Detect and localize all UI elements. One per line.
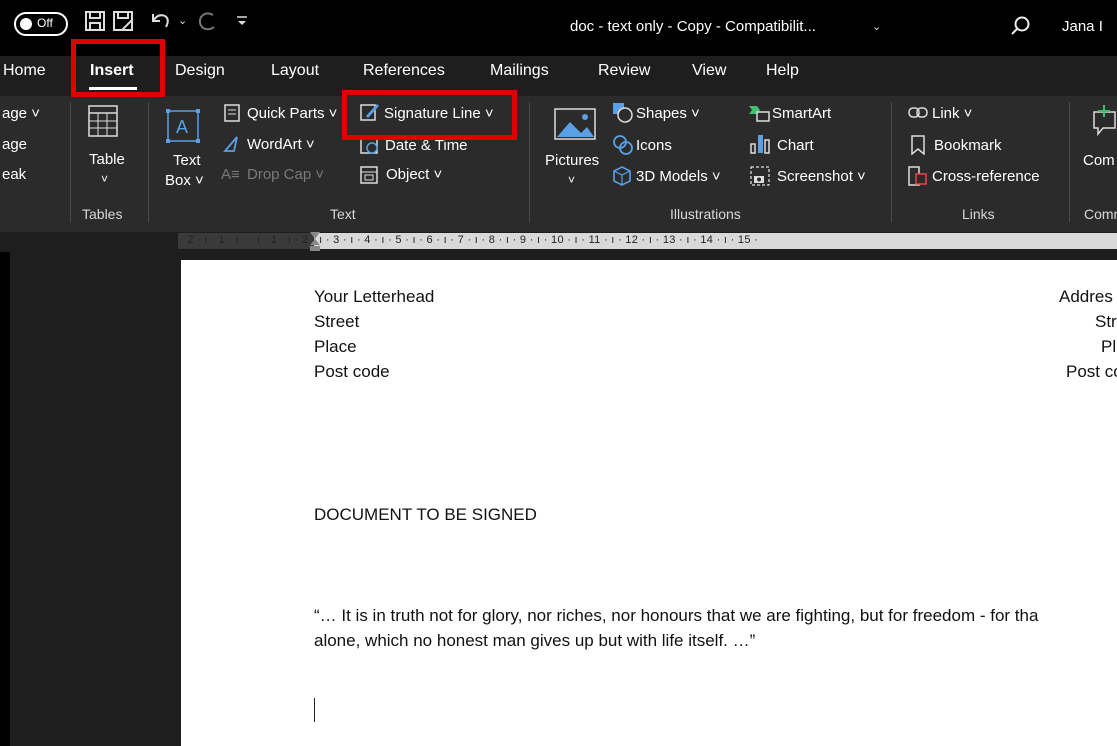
save-icon[interactable] [84,10,106,40]
icons-icon [612,134,634,161]
cross-reference-icon [908,166,928,191]
undo-dropdown-icon[interactable]: ⌄ [178,14,187,27]
pictures-button[interactable]: Pictures [545,152,599,169]
links-group-label: Links [962,206,995,222]
address-line: Pl [1101,337,1117,356]
tab-review[interactable]: Review [598,62,650,80]
shapes-button[interactable]: Shapes ˅ [636,105,700,122]
object-icon [360,166,378,189]
bookmark-icon [910,135,926,160]
autosave-label: Off [37,16,53,30]
letterhead-line: Place [314,337,357,356]
group-separator [70,102,71,222]
comment-button[interactable]: Com [1083,152,1115,169]
text-box-icon[interactable]: A [165,108,201,149]
pictures-dropdown-icon[interactable]: ˅ [568,173,575,187]
drop-cap-icon: A≡ [221,166,240,183]
screenshot-icon [750,166,770,191]
tab-mailings[interactable]: Mailings [490,62,549,80]
tab-view[interactable]: View [692,62,726,80]
title-dropdown-icon[interactable]: ⌄ [872,20,881,33]
pictures-icon[interactable] [554,108,596,145]
group-separator [148,102,149,222]
text-group-label: Text [330,206,356,222]
comments-group-label: Comr [1084,206,1117,222]
drop-cap-button[interactable]: Drop Cap ˅ [247,166,324,183]
address-line: Str [1095,312,1117,331]
wordart-button[interactable]: WordArt ˅ [247,136,315,153]
link-icon [908,104,928,127]
cover-page-button[interactable]: age ˅ [2,105,40,122]
quick-parts-button[interactable]: Quick Parts ˅ [247,105,337,122]
cross-reference-button[interactable]: Cross-reference [932,168,1040,185]
redo-icon[interactable] [196,10,220,40]
document-page[interactable] [181,260,1117,746]
toggle-knob [20,18,32,30]
signature-line-highlight [342,90,517,140]
table-icon[interactable] [87,104,119,143]
text-box-label[interactable]: Text [173,152,201,169]
save-as-icon[interactable] [112,10,134,40]
autosave-toggle[interactable]: Off [14,12,68,36]
undo-icon[interactable] [148,10,174,40]
indent-marker-icon[interactable] [309,231,321,258]
tab-help[interactable]: Help [766,62,799,80]
group-separator [891,102,892,222]
address-line: Post co [1066,362,1117,381]
tab-design[interactable]: Design [175,62,225,80]
illustrations-group-label: Illustrations [670,206,741,222]
chart-icon [750,134,770,159]
text-box-dropdown[interactable]: Box ˅ [165,172,204,189]
ruler-markings: · 2 · ı · 1 · ı · · ı · 1 · ı · 2 · ı · … [180,234,759,246]
customize-qat-icon[interactable] [236,10,248,38]
group-separator [529,102,530,222]
text-cursor [314,698,315,722]
object-button[interactable]: Object ˅ [386,166,442,183]
page-break-button[interactable]: eak [2,166,26,183]
search-icon[interactable] [1009,14,1033,38]
user-name[interactable]: Jana I [1062,18,1103,35]
link-button[interactable]: Link ˅ [932,105,972,122]
svg-text:A: A [176,117,188,137]
document-heading: DOCUMENT TO BE SIGNED [314,505,537,524]
letterhead-line: Post code [314,362,390,381]
smartart-button[interactable]: SmartArt [772,105,831,122]
screenshot-button[interactable]: Screenshot ˅ [777,168,866,185]
table-dropdown-icon[interactable]: ˅ [101,172,108,186]
quick-parts-icon [224,104,240,127]
group-separator [1069,102,1070,222]
tab-layout[interactable]: Layout [271,62,319,80]
quote-line: “… It is in truth not for glory, nor ric… [314,606,1039,625]
insert-tab-highlight [71,39,165,97]
shapes-icon [612,102,634,129]
left-margin-panel [0,252,10,746]
wordart-icon [222,134,242,159]
comment-icon[interactable] [1092,104,1117,143]
tab-home[interactable]: Home [3,62,46,80]
tables-group-label: Tables [82,206,123,222]
chart-button[interactable]: Chart [777,137,814,154]
smartart-icon [748,104,770,127]
letterhead-line: Street [314,312,360,331]
blank-page-button[interactable]: age [2,136,27,153]
letterhead-line: Your Letterhead [314,287,435,306]
tab-references[interactable]: References [363,62,445,80]
3d-models-icon [612,166,632,191]
address-line: Addres [1059,287,1113,306]
3d-models-button[interactable]: 3D Models ˅ [636,168,721,185]
bookmark-button[interactable]: Bookmark [934,137,1002,154]
quote-line: alone, which no honest man gives up but … [314,631,756,650]
table-button[interactable]: Table [89,151,125,168]
document-title[interactable]: doc - text only - Copy - Compatibilit... [570,18,816,35]
icons-button[interactable]: Icons [636,137,672,154]
